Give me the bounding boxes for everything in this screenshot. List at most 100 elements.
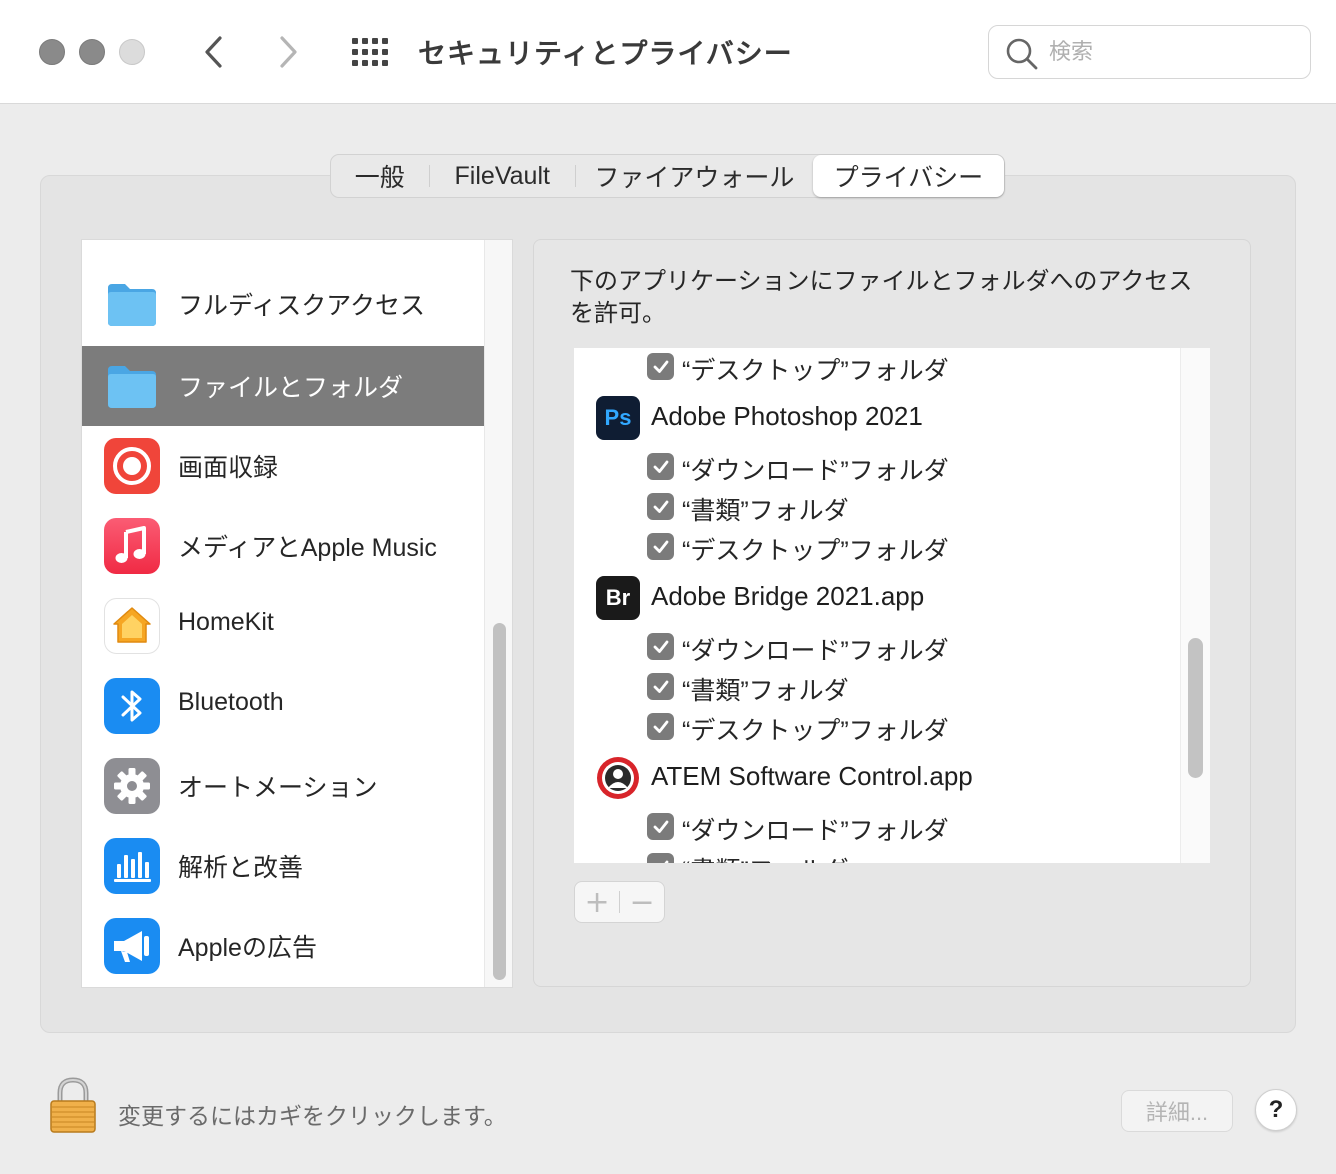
sidebar-item-homekit[interactable]: HomeKit bbox=[82, 586, 484, 666]
tab-general[interactable]: 一般 bbox=[331, 155, 429, 197]
help-button[interactable]: ? bbox=[1255, 1089, 1297, 1131]
sidebar-item-analytics[interactable]: 解析と改善 bbox=[82, 826, 484, 906]
minimize-button[interactable] bbox=[79, 39, 105, 65]
folder-permission-row[interactable]: “ダウンロード”フォルダ bbox=[574, 628, 1180, 668]
lock-icon[interactable] bbox=[48, 1076, 98, 1134]
folder-label: “書類”フォルダ bbox=[682, 851, 849, 863]
tab-privacy[interactable]: プライバシー bbox=[812, 155, 1004, 197]
permission-checkbox[interactable] bbox=[647, 673, 674, 700]
folder-permission-row[interactable]: “デスクトップ”フォルダ bbox=[574, 348, 1180, 388]
app-badge: Ps bbox=[604, 405, 632, 430]
screen-recording-icon bbox=[104, 438, 160, 494]
permission-checkbox[interactable] bbox=[647, 493, 674, 520]
folder-label: “デスクトップ”フォルダ bbox=[682, 537, 949, 565]
sidebar-item-screen-recording[interactable]: 画面収録 bbox=[82, 426, 484, 506]
folder-permission-row[interactable]: “ダウンロード”フォルダ bbox=[574, 448, 1180, 488]
folder-permission-row[interactable]: “デスクトップ”フォルダ bbox=[574, 708, 1180, 748]
advanced-button[interactable]: 詳細... bbox=[1121, 1090, 1233, 1132]
permission-checkbox[interactable] bbox=[647, 853, 674, 863]
folder-permission-row[interactable]: “書類”フォルダ bbox=[574, 488, 1180, 528]
music-note-icon bbox=[104, 518, 160, 574]
tab-filevault[interactable]: FileVault bbox=[430, 155, 575, 197]
search-icon bbox=[1006, 38, 1038, 70]
folder-label: “書類”フォルダ bbox=[682, 497, 849, 525]
window-title: セキュリティとプライバシー bbox=[418, 38, 793, 69]
app-row-atem[interactable]: ATEM Software Control.app bbox=[574, 756, 1180, 799]
privacy-category-list[interactable]: フルディスクアクセス ファイルとフォルダ 画面収録 メディアとApple Mus… bbox=[81, 239, 513, 988]
folder-label: “デスクトップ”フォルダ bbox=[682, 717, 949, 745]
back-button[interactable] bbox=[194, 30, 234, 74]
checkmark-icon bbox=[653, 500, 668, 513]
sidebar-item-label: メディアとApple Music bbox=[178, 534, 437, 562]
add-remove-control: + − bbox=[574, 881, 665, 923]
sidebar-item-automation[interactable]: オートメーション bbox=[82, 746, 484, 826]
folder-icon bbox=[108, 366, 156, 408]
chevron-left-icon bbox=[205, 36, 222, 68]
permission-checkbox[interactable] bbox=[647, 353, 674, 380]
app-row-photoshop[interactable]: Ps Adobe Photoshop 2021 bbox=[574, 396, 1180, 440]
zoom-button[interactable] bbox=[119, 39, 145, 65]
app-label: Adobe Photoshop 2021 bbox=[651, 401, 923, 431]
photoshop-icon: Ps bbox=[596, 396, 640, 440]
checkmark-icon bbox=[653, 460, 668, 473]
bridge-icon: Br bbox=[596, 576, 640, 620]
folder-permission-row[interactable]: “デスクトップ”フォルダ bbox=[574, 528, 1180, 568]
app-list-scrollbar-track[interactable] bbox=[1180, 348, 1210, 863]
permission-checkbox[interactable] bbox=[647, 533, 674, 560]
show-all-button[interactable] bbox=[350, 36, 390, 68]
sidebar-item-full-disk-access[interactable]: フルディスクアクセス bbox=[82, 264, 484, 344]
sidebar-item-apple-advertising[interactable]: Appleの広告 bbox=[82, 906, 484, 986]
search-input[interactable] bbox=[1049, 35, 1299, 69]
checkmark-icon bbox=[653, 820, 668, 833]
sidebar-item-label: Appleの広告 bbox=[178, 934, 317, 962]
sidebar-scrollbar-thumb[interactable] bbox=[493, 623, 506, 980]
grid-icon bbox=[352, 38, 388, 66]
permission-checkbox[interactable] bbox=[647, 713, 674, 740]
folder-label: “ダウンロード”フォルダ bbox=[682, 817, 949, 845]
sidebar-item-label: 解析と改善 bbox=[178, 854, 304, 882]
tab-label: 一般 bbox=[354, 164, 405, 192]
tab-firewall[interactable]: ファイアウォール bbox=[576, 155, 813, 197]
sidebar-item-bluetooth[interactable]: Bluetooth bbox=[82, 666, 484, 746]
title-bar: セキュリティとプライバシー bbox=[0, 0, 1336, 104]
permission-checkbox[interactable] bbox=[647, 633, 674, 660]
app-list-scrollbar-thumb[interactable] bbox=[1188, 638, 1203, 778]
folder-label: “書類”フォルダ bbox=[682, 677, 849, 705]
folder-permission-row[interactable]: “ダウンロード”フォルダ bbox=[574, 808, 1180, 848]
folder-label: “ダウンロード”フォルダ bbox=[682, 637, 949, 665]
forward-button[interactable] bbox=[268, 30, 308, 74]
tab-bar: 一般 FileVault ファイアウォール プライバシー bbox=[330, 154, 1005, 198]
sidebar-item-files-and-folders[interactable]: ファイルとフォルダ bbox=[82, 346, 484, 426]
permission-checkbox[interactable] bbox=[647, 453, 674, 480]
checkmark-icon bbox=[653, 680, 668, 693]
folder-permission-row[interactable]: “書類”フォルダ bbox=[574, 668, 1180, 708]
checkmark-icon bbox=[653, 360, 668, 373]
tab-label: プライバシー bbox=[833, 164, 984, 192]
bluetooth-icon bbox=[104, 678, 160, 734]
remove-app-button[interactable]: − bbox=[620, 882, 664, 922]
folder-icon bbox=[108, 284, 156, 326]
atem-icon bbox=[597, 757, 639, 799]
home-icon bbox=[104, 598, 160, 654]
search-field[interactable] bbox=[988, 25, 1311, 79]
analytics-icon bbox=[104, 838, 160, 894]
app-label: Adobe Bridge 2021.app bbox=[651, 581, 925, 611]
app-permission-list[interactable]: “デスクトップ”フォルダ Ps Adobe Photoshop 2021 “ダウ… bbox=[574, 348, 1210, 863]
sidebar-item-label: オートメーション bbox=[178, 774, 378, 802]
add-app-button[interactable]: + bbox=[575, 882, 619, 922]
permission-checkbox[interactable] bbox=[647, 813, 674, 840]
checkmark-icon bbox=[653, 540, 668, 553]
app-badge: Br bbox=[605, 585, 631, 610]
tab-label: FileVault bbox=[454, 161, 550, 190]
sidebar-item-label: Bluetooth bbox=[178, 688, 284, 716]
app-row-bridge[interactable]: Br Adobe Bridge 2021.app bbox=[574, 576, 1180, 620]
chevron-right-icon bbox=[280, 36, 297, 68]
sidebar-item-label: ファイルとフォルダ bbox=[178, 374, 404, 402]
files-and-folders-panel: 下のアプリケーションにファイルとフォルダへのアクセスを許可。 “デスクトップ”フ… bbox=[533, 239, 1251, 987]
close-button[interactable] bbox=[39, 39, 65, 65]
folder-permission-row[interactable]: “書類”フォルダ bbox=[574, 848, 1180, 863]
sidebar-item-media-apple-music[interactable]: メディアとApple Music bbox=[82, 506, 484, 586]
megaphone-icon bbox=[104, 918, 160, 974]
checkmark-icon bbox=[653, 720, 668, 733]
folder-label: “ダウンロード”フォルダ bbox=[682, 457, 949, 485]
